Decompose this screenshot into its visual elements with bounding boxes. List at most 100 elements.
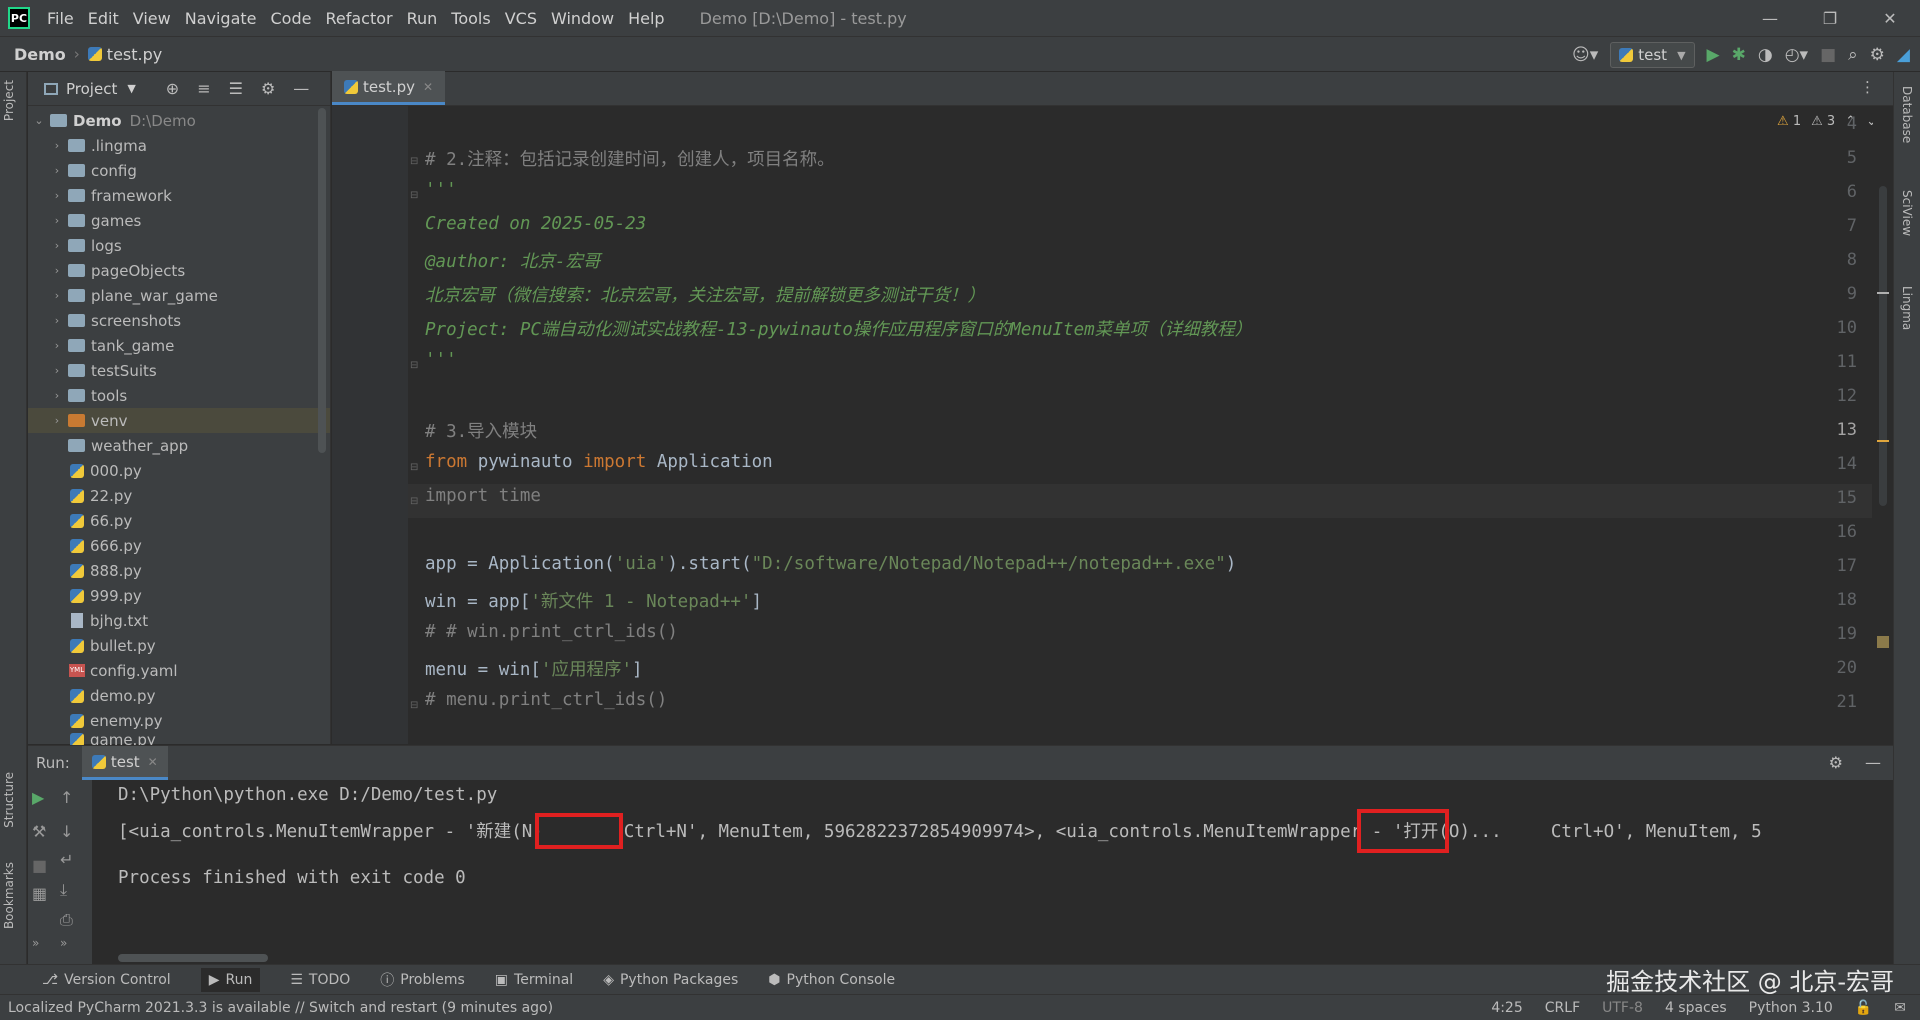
code-line[interactable]: 北京宏哥（微信搜索：北京宏哥，关注宏哥，提前解锁更多测试干货！） [425, 282, 985, 307]
sidebar-tab-bookmarks[interactable]: Bookmarks [2, 862, 16, 929]
tree-item[interactable]: › .lingma [28, 133, 330, 158]
event-log-icon[interactable]: ✉ [1894, 1000, 1906, 1016]
menu-window[interactable]: Window [544, 9, 621, 28]
tree-item[interactable]: › venv [28, 408, 330, 433]
search-icon[interactable]: ⌕ [1848, 45, 1858, 65]
tool-python-console[interactable]: ⬢ Python Console [768, 972, 895, 988]
wrench-icon[interactable]: ⚒ [32, 822, 46, 841]
tree-item[interactable]: › games [28, 208, 330, 233]
run-tab-test[interactable]: test ✕ [81, 746, 168, 780]
scroll-to-end-icon[interactable]: ⤓ [60, 880, 67, 900]
code-line[interactable]: from pywinauto import Application [425, 452, 773, 472]
menu-run[interactable]: Run [400, 9, 445, 28]
more-icon[interactable]: » [32, 936, 39, 950]
minimize-icon[interactable]: — [1740, 0, 1800, 36]
code-line[interactable]: menu = win['应用程序'] [425, 656, 643, 681]
indent-setting[interactable]: 4 spaces [1665, 1000, 1727, 1016]
menu-refactor[interactable]: Refactor [318, 9, 399, 28]
code-line[interactable]: import time [425, 486, 541, 506]
tree-item[interactable]: bullet.py [28, 633, 330, 658]
file-encoding[interactable]: UTF-8 [1602, 1000, 1643, 1016]
close-icon[interactable]: ✕ [148, 755, 158, 769]
fold-marker-icon[interactable]: ⊟ [410, 700, 418, 711]
tree-item[interactable]: YML config.yaml [28, 658, 330, 683]
tool-version-control[interactable]: ⎇ Version Control [42, 972, 171, 988]
gear-icon[interactable]: ⚙ [1829, 753, 1843, 772]
tree-item[interactable]: weather_app [28, 433, 330, 458]
fold-marker-icon[interactable]: ⊟ [410, 156, 418, 167]
tree-item[interactable]: 666.py [28, 533, 330, 558]
tree-item[interactable]: › pageObjects [28, 258, 330, 283]
tool-run[interactable]: ▶ Run [200, 967, 261, 992]
expand-all-icon[interactable]: ≡ [197, 79, 210, 98]
debug-icon[interactable]: ✱ [1732, 45, 1746, 65]
project-scrollbar[interactable] [318, 108, 326, 453]
menu-tools[interactable]: Tools [444, 9, 497, 28]
tree-item[interactable]: › framework [28, 183, 330, 208]
console-output[interactable]: D:\Python\python.exe D:/Demo/test.py [<u… [118, 780, 1873, 965]
code-line[interactable]: Project: PC端自动化测试实战教程-13-pywinauto操作应用程序… [425, 316, 1252, 341]
tree-item[interactable]: › screenshots [28, 308, 330, 333]
code-line[interactable]: # 3.导入模块 [425, 418, 537, 443]
tree-item[interactable]: 66.py [28, 508, 330, 533]
fold-marker-icon[interactable]: ⊟ [410, 496, 418, 507]
caret-position[interactable]: 4:25 [1491, 1000, 1522, 1016]
collapse-all-icon[interactable]: ☰ [229, 79, 243, 98]
sidebar-tab-sciview[interactable]: SciView [1900, 190, 1914, 236]
gear-icon[interactable]: ⚙ [1870, 45, 1885, 65]
more-icon[interactable]: » [60, 936, 67, 950]
tool-terminal[interactable]: ▣ Terminal [495, 972, 573, 988]
breadcrumb-project[interactable]: Demo [14, 45, 66, 64]
editor-scroll-thumb[interactable] [1879, 186, 1887, 506]
menu-file[interactable]: File [40, 9, 81, 28]
tree-item[interactable]: enemy.py [28, 708, 330, 733]
restore-icon[interactable]: ❐ [1800, 0, 1860, 36]
code-line[interactable]: @author: 北京-宏哥 [425, 248, 600, 273]
fold-marker-icon[interactable]: ⊟ [410, 462, 418, 473]
menu-code[interactable]: Code [264, 9, 319, 28]
soft-wrap-icon[interactable]: ↵ [60, 850, 73, 869]
code-line[interactable]: # menu.print_ctrl_ids() [425, 690, 667, 710]
tree-item[interactable]: › config [28, 158, 330, 183]
tree-item[interactable]: › testSuits [28, 358, 330, 383]
run-config-select[interactable]: test ▼ [1610, 42, 1695, 68]
hide-icon[interactable]: — [293, 79, 309, 98]
code-line[interactable]: app = Application('uia').start("D:/softw… [425, 554, 1236, 574]
tree-item[interactable]: 999.py [28, 583, 330, 608]
tree-item[interactable]: 000.py [28, 458, 330, 483]
line-separator[interactable]: CRLF [1545, 1000, 1580, 1016]
editor-scrollbar[interactable] [1873, 106, 1893, 744]
close-icon[interactable]: ✕ [423, 80, 433, 94]
tree-item[interactable]: › plane_war_game [28, 283, 330, 308]
menu-help[interactable]: Help [621, 9, 671, 28]
arrow-up-icon[interactable]: ↑ [60, 788, 73, 807]
run-icon[interactable]: ▶ [1707, 45, 1720, 65]
code-line[interactable]: Created on 2025-05-23 [425, 214, 646, 234]
tree-item[interactable]: 888.py [28, 558, 330, 583]
more-icon[interactable]: ⋮ [1860, 78, 1875, 96]
tree-item[interactable]: › tools [28, 383, 330, 408]
sidebar-tab-project[interactable]: Project [2, 80, 16, 121]
locate-icon[interactable]: ⊕ [166, 79, 179, 98]
menu-edit[interactable]: Edit [81, 9, 126, 28]
coverage-icon[interactable]: ◑ [1758, 45, 1773, 65]
arrow-down-icon[interactable]: ↓ [60, 822, 73, 841]
tree-item[interactable]: bjhg.txt [28, 608, 330, 633]
tree-item[interactable]: ⌄ Demo D:\Demo [28, 108, 330, 133]
profile-icon[interactable]: ◴▾ [1785, 45, 1808, 65]
sidebar-tab-lingma[interactable]: Lingma [1900, 286, 1914, 330]
menu-navigate[interactable]: Navigate [178, 9, 264, 28]
tree-item[interactable]: › logs [28, 233, 330, 258]
tool-problems[interactable]: ⓘ Problems [380, 970, 465, 990]
status-message[interactable]: Localized PyCharm 2021.3.3 is available … [8, 1000, 553, 1016]
print-icon[interactable]: ⎙ [60, 910, 73, 930]
tree-item[interactable]: demo.py [28, 683, 330, 708]
lock-icon[interactable]: 🔓 [1855, 1000, 1872, 1016]
tree-item[interactable]: › tank_game [28, 333, 330, 358]
code-line[interactable]: ''' [425, 350, 457, 370]
gear-icon[interactable]: ⚙ [261, 79, 275, 98]
tool-python-packages[interactable]: ◈ Python Packages [603, 972, 738, 988]
sidebar-tab-structure[interactable]: Structure [2, 772, 16, 828]
console-scrollbar[interactable] [118, 954, 268, 962]
layout-icon[interactable]: ▦ [32, 884, 47, 903]
